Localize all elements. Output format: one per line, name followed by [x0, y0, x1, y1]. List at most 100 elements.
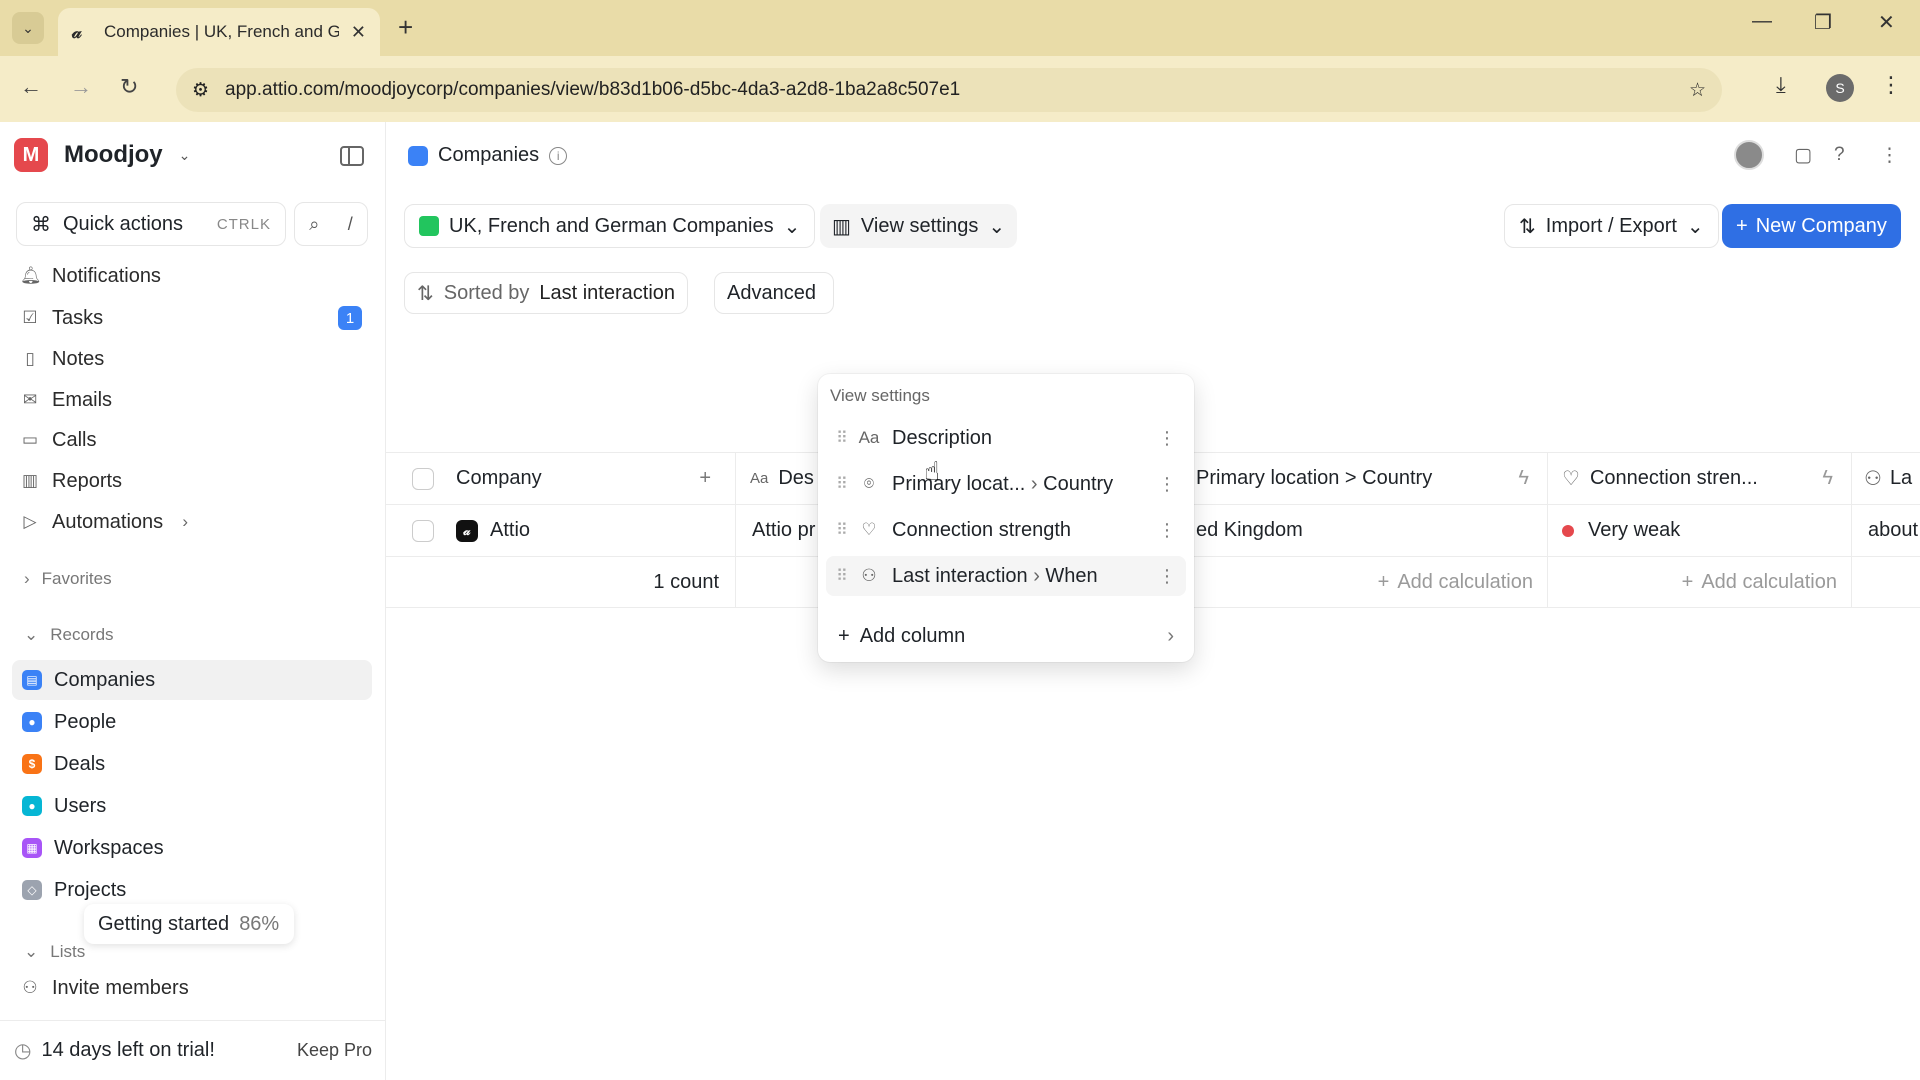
sidebar-item-deals[interactable]: $ Deals	[12, 744, 372, 784]
keep-pro-button[interactable]: Keep Pro	[297, 1040, 372, 1061]
connection-cell[interactable]: Very weak	[1548, 505, 1852, 556]
company-cell[interactable]: 𝒶 Attio	[448, 505, 736, 556]
sidebar-item-tasks[interactable]: ☑ Tasks 1	[20, 300, 370, 336]
hand-cursor-icon: ☝	[924, 456, 940, 486]
more-options-icon[interactable]: ⋮	[1158, 520, 1176, 541]
view-selector[interactable]: UK, French and German Companies ⌄	[404, 204, 816, 248]
sidebar-item-emails[interactable]: ✉ Emails	[20, 382, 370, 418]
invite-members-button[interactable]: ⚇ Invite members	[20, 970, 370, 1006]
invite-members-label: Invite members	[52, 976, 189, 999]
sidebar-item-people[interactable]: ● People	[12, 702, 372, 742]
forward-icon[interactable]: →	[70, 74, 92, 100]
bookmark-star-icon[interactable]: ☆	[1689, 79, 1706, 102]
sort-filter[interactable]: ⇅ Sorted by Last interaction	[404, 272, 689, 314]
company-name: Attio	[490, 519, 531, 541]
sidebar-item-workspaces[interactable]: ▦ Workspaces	[12, 828, 372, 868]
restore-icon[interactable]: ❐	[1814, 10, 1832, 35]
trial-banner: ◷ 14 days left on trial! Keep Pro	[0, 1020, 386, 1080]
info-icon[interactable]: i	[549, 146, 568, 165]
checkbox[interactable]	[412, 519, 434, 542]
browser-profile-avatar[interactable]: S	[1826, 74, 1854, 102]
dropdown-item-connection-strength[interactable]: ⠿ ♡ Connection strength ⋮	[826, 510, 1186, 550]
download-icon[interactable]: ⤓	[1776, 72, 1786, 98]
add-calculation-country[interactable]: + Add calculation	[1186, 557, 1548, 607]
help-icon[interactable]: ?	[1834, 144, 1845, 166]
plus-icon: +	[1681, 570, 1694, 593]
heart-icon: ♡	[861, 520, 877, 539]
new-tab-icon[interactable]: +	[398, 12, 413, 43]
quick-actions-button[interactable]: ⌘ Quick actions CTRLK	[16, 202, 286, 246]
text-icon: Aa	[750, 470, 769, 487]
add-column-button[interactable]: + Add column ›	[826, 618, 1186, 654]
import-export-button[interactable]: ⇅ Import / Export ⌄	[1504, 204, 1719, 248]
sidebar-item-label: Calls	[52, 428, 97, 451]
item-label-main: Last interaction	[892, 564, 1028, 587]
dropdown-item-description[interactable]: ⠿ Aa Description ⋮	[826, 418, 1186, 458]
reload-icon[interactable]: ↻	[120, 74, 138, 100]
view-settings-button[interactable]: ▥ View settings ⌄	[820, 204, 1018, 248]
back-icon[interactable]: ←	[20, 74, 42, 100]
sidebar-item-label: People	[54, 710, 117, 733]
row-checkbox-cell[interactable]	[412, 505, 452, 556]
sidebar-item-notes[interactable]: ▯ Notes	[20, 341, 370, 377]
sidebar-item-companies[interactable]: ▤ Companies	[12, 660, 372, 700]
getting-started-widget[interactable]: Getting started 86%	[84, 904, 294, 944]
sidebar-item-users[interactable]: ● Users	[12, 786, 372, 826]
dropdown-item-primary-location[interactable]: ⠿ ⌾ Primary locat... › Country ⋮	[826, 464, 1186, 504]
workspace-switcher[interactable]: M Moodjoy ⌄	[14, 138, 190, 172]
site-settings-icon[interactable]: ⚙	[192, 79, 209, 102]
address-bar[interactable]: ⚙ app.attio.com/moodjoycorp/companies/vi…	[176, 68, 1722, 112]
lists-section-toggle[interactable]: ⌄ Lists	[24, 942, 85, 962]
minimize-icon[interactable]: —	[1752, 10, 1772, 33]
browser-menu-icon[interactable]: ⋮	[1880, 72, 1902, 98]
column-header-last-interaction[interactable]: ⚇ La	[1852, 453, 1920, 504]
view-name: UK, French and German Companies	[449, 214, 774, 237]
select-all-checkbox[interactable]	[412, 453, 452, 504]
user-avatar[interactable]	[1734, 140, 1764, 170]
sidebar-item-label: Reports	[52, 469, 123, 492]
dropdown-item-last-interaction[interactable]: ⠿ ⚇ Last interaction › When ⋮	[826, 556, 1186, 596]
quick-actions-shortcut: CTRLK	[216, 215, 271, 233]
breadcrumb: Companies i	[408, 144, 568, 167]
drag-handle-icon[interactable]: ⠿	[836, 566, 848, 586]
dropdown-title: View settings	[830, 386, 930, 405]
count-cell[interactable]: 1 count	[448, 557, 736, 607]
drag-handle-icon[interactable]: ⠿	[836, 520, 848, 540]
close-tab-icon[interactable]: ✕	[351, 22, 366, 43]
people-icon: ⚇	[861, 566, 877, 585]
text-icon: Aa	[858, 428, 880, 447]
lightning-icon: ϟ	[1822, 467, 1833, 489]
more-options-icon[interactable]: ⋮	[1158, 566, 1176, 587]
checkbox[interactable]	[412, 467, 434, 490]
tab-search-button[interactable]: ⌄	[12, 12, 44, 44]
sidebar-item-reports[interactable]: ▥ Reports	[20, 463, 370, 499]
search-button[interactable]: ⌕ /	[294, 202, 368, 246]
more-options-icon[interactable]: ⋮	[1158, 474, 1176, 495]
advanced-filter-button[interactable]: Advanced	[714, 272, 834, 314]
more-options-icon[interactable]: ⋮	[1880, 144, 1899, 167]
last-interaction-cell[interactable]: about	[1852, 505, 1920, 556]
country-cell[interactable]: ed Kingdom	[1186, 505, 1548, 556]
status-dot	[1562, 524, 1574, 537]
chat-icon[interactable]: ▢	[1794, 144, 1812, 167]
browser-tab[interactable]: 𝒶 Companies | UK, French and Ge ✕	[58, 8, 380, 56]
more-options-icon[interactable]: ⋮	[1158, 428, 1176, 449]
column-header-company[interactable]: Company +	[448, 453, 736, 504]
column-header-country[interactable]: Primary location > Country ϟ	[1186, 453, 1548, 504]
sidebar-item-calls[interactable]: ▭ Calls	[20, 422, 370, 458]
column-header-connection[interactable]: ♡ Connection stren... ϟ	[1548, 453, 1852, 504]
sidebar-item-label: Notes	[52, 347, 105, 370]
new-company-button[interactable]: + New Company	[1722, 204, 1901, 248]
records-label: Records	[50, 625, 114, 644]
records-section-toggle[interactable]: ⌄ Records	[24, 625, 114, 645]
drag-handle-icon[interactable]: ⠿	[836, 428, 848, 448]
sidebar-toggle-icon[interactable]	[340, 146, 364, 166]
drag-handle-icon[interactable]: ⠿	[836, 474, 848, 494]
sidebar-item-automations[interactable]: ▷ Automations ›	[20, 504, 370, 540]
play-icon: ▷	[23, 512, 37, 531]
close-window-icon[interactable]: ✕	[1878, 10, 1895, 35]
favorites-section-toggle[interactable]: › Favorites	[24, 569, 112, 589]
sidebar-item-notifications[interactable]: 🔔︎ Notifications	[20, 258, 370, 294]
add-calculation-connection[interactable]: + Add calculation	[1548, 557, 1852, 607]
add-column-icon[interactable]: +	[699, 467, 711, 490]
